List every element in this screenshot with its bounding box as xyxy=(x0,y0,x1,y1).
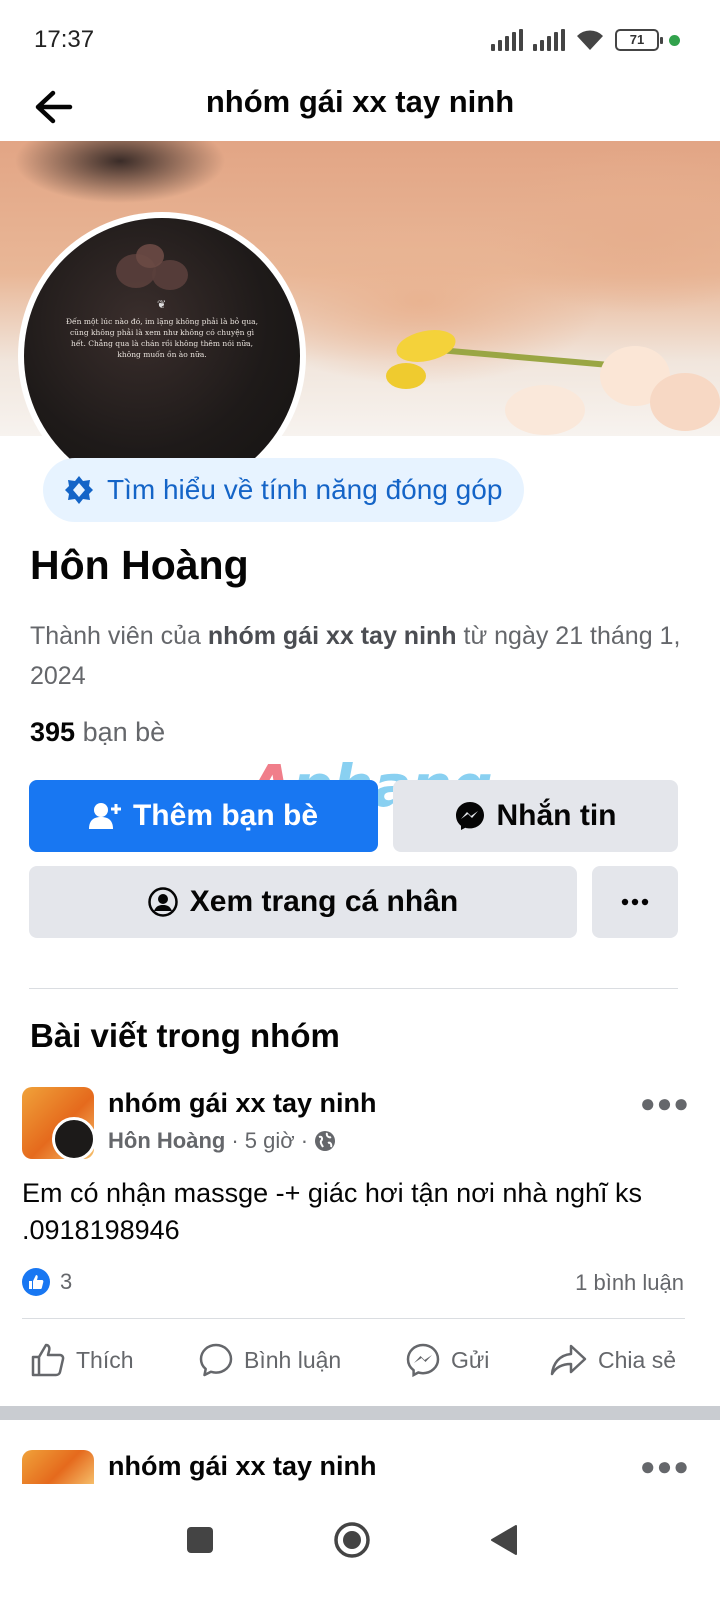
like-button[interactable]: Thích xyxy=(30,1338,134,1382)
status-time: 17:37 xyxy=(34,26,95,53)
comment-bubble-icon xyxy=(199,1343,233,1377)
section-title: Bài viết trong nhóm xyxy=(30,1017,340,1054)
member-since: Thành viên của nhóm gái xx tay ninh từ n… xyxy=(30,616,690,696)
comment-label: Bình luận xyxy=(244,1346,342,1373)
system-nav-bar xyxy=(0,1484,720,1600)
messenger-icon xyxy=(455,802,484,830)
comment-button[interactable]: Bình luận xyxy=(198,1338,341,1382)
page-title: nhóm gái xx tay ninh xyxy=(205,84,515,119)
post-group-avatar[interactable] xyxy=(22,1087,94,1159)
cover-decoration xyxy=(440,347,620,369)
privacy-dot-icon xyxy=(669,34,680,46)
status-icons: 71 xyxy=(491,28,680,52)
post-more-icon[interactable]: ●●● xyxy=(640,1451,690,1482)
like-reaction-icon xyxy=(22,1268,50,1296)
section-divider xyxy=(29,988,678,989)
friends-label: bạn bè xyxy=(75,717,166,747)
post-text: Em có nhận massge -+ giác hơi tận nơi nh… xyxy=(22,1178,642,1245)
system-back-button[interactable] xyxy=(474,1510,534,1570)
share-arrow-icon xyxy=(550,1344,587,1376)
view-profile-label: Xem trang cá nhân xyxy=(189,885,459,918)
more-dots-icon xyxy=(621,898,649,906)
more-options-button[interactable] xyxy=(592,866,678,938)
like-count: 3 xyxy=(60,1269,73,1294)
comment-count[interactable]: 1 bình luận xyxy=(575,1270,684,1296)
message-button[interactable]: Nhắn tin xyxy=(393,780,678,852)
post-group-name[interactable]: nhóm gái xx tay ninh xyxy=(108,1451,377,1482)
home-button[interactable] xyxy=(322,1510,382,1570)
post-author-avatar[interactable] xyxy=(52,1117,94,1159)
profile-name: Hôn Hoàng xyxy=(30,542,249,588)
battery-icon: 71 xyxy=(615,29,663,51)
add-friend-button[interactable]: Thêm bạn bè xyxy=(29,780,378,852)
contribution-badge-icon xyxy=(65,476,93,504)
avatar[interactable]: ❦ Đến một lúc nào đó, im lặng không phải… xyxy=(18,212,306,500)
post-more-icon[interactable]: ●●● xyxy=(640,1088,690,1119)
post-author[interactable]: Hôn Hoàng xyxy=(108,1128,225,1154)
avatar-decoration xyxy=(136,244,164,268)
send-label: Gửi xyxy=(451,1346,490,1373)
cover-decoration xyxy=(386,363,426,389)
triangle-back-icon xyxy=(491,1525,517,1555)
user-circle-icon xyxy=(148,887,178,917)
like-label: Thích xyxy=(76,1346,134,1373)
home-circle-icon xyxy=(334,1522,370,1558)
send-button[interactable]: Gửi xyxy=(405,1338,489,1382)
reactions-summary[interactable]: 3 xyxy=(22,1268,72,1296)
recent-apps-button[interactable] xyxy=(170,1510,230,1570)
friends-number: 395 xyxy=(30,717,76,747)
leaf-icon: ❦ xyxy=(157,299,167,311)
app-header: nhóm gái xx tay ninh xyxy=(0,80,720,140)
avatar-image: ❦ Đến một lúc nào đó, im lặng không phải… xyxy=(24,218,300,494)
contribution-label: Tìm hiểu về tính năng đóng góp xyxy=(107,474,503,505)
cover-decoration xyxy=(393,325,459,367)
messenger-outline-icon xyxy=(406,1343,440,1378)
add-person-icon xyxy=(88,803,121,829)
add-friend-label: Thêm bạn bè xyxy=(132,799,319,832)
post-group-avatar[interactable] xyxy=(22,1450,94,1486)
signal-icon xyxy=(533,29,565,51)
contribution-info-button[interactable]: Tìm hiểu về tính năng đóng góp xyxy=(43,458,525,522)
message-label: Nhắn tin xyxy=(496,799,617,832)
globe-icon xyxy=(315,1131,336,1151)
post-meta: Hôn Hoàng · 5 giờ · xyxy=(108,1128,336,1154)
avatar-quote: Đến một lúc nào đó, im lặng không phải l… xyxy=(65,317,259,359)
cover-decoration xyxy=(650,373,720,431)
square-icon xyxy=(187,1527,213,1553)
view-profile-button[interactable]: Xem trang cá nhân xyxy=(29,866,577,938)
post-time: · 5 giờ · xyxy=(231,1128,309,1153)
post-group-name[interactable]: nhóm gái xx tay ninh xyxy=(108,1088,377,1119)
cover-decoration xyxy=(505,385,585,435)
member-group-link[interactable]: nhóm gái xx tay ninh xyxy=(208,622,457,650)
signal-icon xyxy=(491,29,523,51)
member-since-prefix: Thành viên của xyxy=(30,622,208,650)
battery-level: 71 xyxy=(629,32,645,47)
feed-separator xyxy=(0,1406,720,1420)
thumbs-up-icon xyxy=(31,1343,65,1377)
post-divider xyxy=(22,1318,685,1319)
share-label: Chia sẻ xyxy=(598,1346,676,1373)
share-button[interactable]: Chia sẻ xyxy=(550,1338,676,1382)
friends-count[interactable]: 395 bạn bè xyxy=(30,717,165,748)
status-bar: 17:37 71 xyxy=(0,0,720,80)
wifi-icon xyxy=(577,30,603,50)
